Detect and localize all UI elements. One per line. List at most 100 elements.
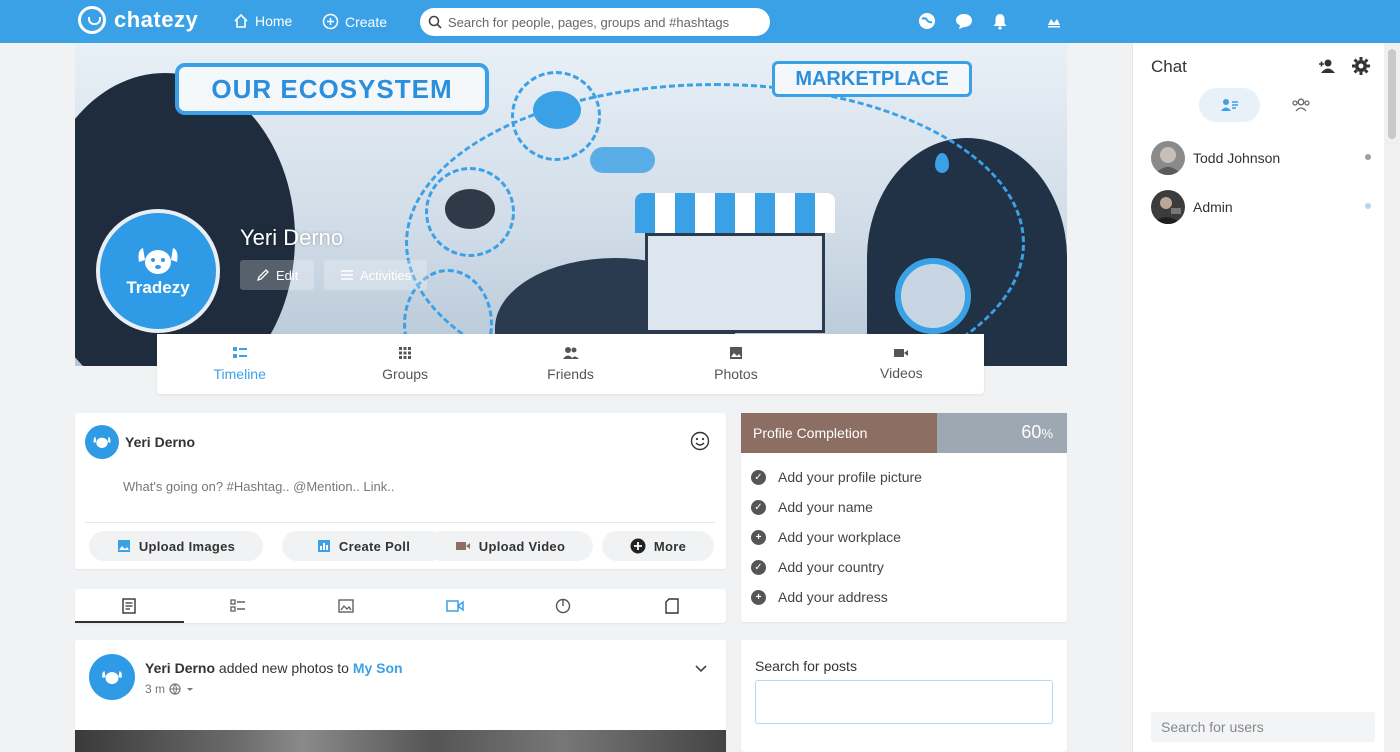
emoji-icon[interactable] xyxy=(690,431,710,451)
completion-item[interactable]: ✓ Add your name xyxy=(751,499,873,515)
profile-avatar[interactable]: Tradezy xyxy=(96,209,220,333)
upload-video-label: Upload Video xyxy=(478,538,566,554)
notifications-bell-icon[interactable] xyxy=(990,11,1010,31)
completion-title: Profile Completion xyxy=(753,425,868,441)
user-avatar xyxy=(1151,190,1185,224)
completion-item[interactable]: + Add your address xyxy=(751,589,888,605)
composer-author: Yeri Derno xyxy=(85,425,195,459)
video-camera-icon xyxy=(446,600,464,612)
upload-video-button[interactable]: Upload Video xyxy=(427,531,593,561)
scrollbar-thumb[interactable] xyxy=(1388,49,1396,139)
profile-name: Yeri Derno xyxy=(240,225,344,250)
plus-circle-icon xyxy=(630,538,646,554)
post-author-avatar[interactable] xyxy=(89,654,135,700)
user-profile-mini-icon[interactable] xyxy=(1044,11,1064,31)
completion-item-label: Add your name xyxy=(778,499,873,515)
filter-music-posts[interactable] xyxy=(509,589,618,623)
video-camera-icon xyxy=(455,542,470,550)
main-content: OUR ECOSYSTEM MARKETPLACE Tradezy Yeri D… xyxy=(0,43,1132,752)
plus-circle-icon: + xyxy=(751,529,766,545)
post-photos[interactable] xyxy=(75,730,726,752)
feed-filter-tabs xyxy=(75,589,726,623)
tab-groups[interactable]: Groups xyxy=(322,334,487,394)
composer-divider xyxy=(85,522,715,523)
filter-text-posts[interactable] xyxy=(184,589,293,623)
tab-timeline[interactable]: Timeline xyxy=(157,334,322,394)
tab-friends-label: Friends xyxy=(547,366,594,382)
filter-file-posts[interactable] xyxy=(618,589,727,623)
tab-friends[interactable]: Friends xyxy=(488,334,653,394)
upload-images-button[interactable]: Upload Images xyxy=(89,531,263,561)
tab-videos[interactable]: Videos xyxy=(819,334,984,394)
filter-all-posts[interactable] xyxy=(75,589,184,623)
file-icon xyxy=(665,598,679,614)
filter-photo-posts[interactable] xyxy=(292,589,401,623)
chat-sidebar: Chat Todd Johnson Admin xyxy=(1132,43,1384,752)
caret-down-icon[interactable] xyxy=(185,684,195,694)
tab-groups-label: Groups xyxy=(382,366,429,382)
create-poll-button[interactable]: Create Poll xyxy=(282,531,445,561)
store-awning xyxy=(635,193,835,233)
completion-item-label: Add your address xyxy=(778,589,888,605)
chevron-down-icon[interactable] xyxy=(694,664,708,674)
user-photo-icon xyxy=(1151,141,1185,175)
cover-cloud xyxy=(590,147,655,173)
global-search-input[interactable] xyxy=(448,14,748,30)
cover-store-illustration xyxy=(635,193,835,333)
completion-item[interactable]: + Add your workplace xyxy=(751,529,901,545)
cover-magnifier xyxy=(895,258,971,334)
post-meta: 3 m xyxy=(145,682,403,696)
post-composer: Yeri Derno What's going on? #Hashtag.. @… xyxy=(75,413,726,569)
post-author-name[interactable]: Yeri Derno xyxy=(145,660,215,676)
completion-item-label: Add your workplace xyxy=(778,529,901,545)
chat-tab-groups[interactable] xyxy=(1270,88,1331,122)
dog-logo-icon xyxy=(138,248,178,274)
search-posts-input[interactable] xyxy=(755,680,1053,724)
activities-button[interactable]: Activities xyxy=(324,260,428,290)
chat-tab-friends[interactable] xyxy=(1199,88,1260,122)
post-album-link[interactable]: My Son xyxy=(353,660,403,676)
contacts-icon xyxy=(1220,99,1238,111)
post-time[interactable]: 3 m xyxy=(145,682,165,696)
cover-coin xyxy=(533,91,581,129)
chat-title: Chat xyxy=(1151,57,1187,76)
messages-icon[interactable] xyxy=(954,11,974,31)
more-options-button[interactable]: More xyxy=(602,531,714,561)
completion-item[interactable]: ✓ Add your country xyxy=(751,559,884,575)
add-friend-icon[interactable] xyxy=(1317,56,1337,76)
gear-icon[interactable] xyxy=(1351,56,1371,76)
globe-icon[interactable] xyxy=(917,11,937,31)
search-posts-label: Search for posts xyxy=(755,658,857,674)
videos-icon xyxy=(894,349,909,357)
chat-search-input[interactable] xyxy=(1151,712,1375,742)
cover-coin-dark xyxy=(445,189,495,229)
chat-user-name: Todd Johnson xyxy=(1193,150,1281,166)
page-scrollbar[interactable] xyxy=(1384,43,1400,752)
brand-logo[interactable]: chatezy xyxy=(78,6,198,34)
upload-images-label: Upload Images xyxy=(138,538,236,554)
cover-pin xyxy=(935,153,949,173)
home-link[interactable]: Home xyxy=(233,13,292,29)
edit-profile-button[interactable]: Edit xyxy=(240,260,315,290)
search-posts-card: Search for posts xyxy=(741,640,1067,752)
completion-item-label: Add your country xyxy=(778,559,884,575)
post-header: Yeri Derno added new photos to My Son 3 … xyxy=(89,654,403,700)
chat-user-todd-johnson[interactable]: Todd Johnson xyxy=(1151,141,1371,175)
filter-video-posts[interactable] xyxy=(401,589,510,623)
image-icon xyxy=(117,540,130,552)
completion-percent-number: 60 xyxy=(1021,422,1042,442)
globe-icon xyxy=(169,683,181,695)
composer-input[interactable]: What's going on? #Hashtag.. @Mention.. L… xyxy=(123,479,395,494)
check-circle-icon: ✓ xyxy=(751,559,766,575)
edit-label: Edit xyxy=(276,267,299,283)
create-link[interactable]: Create xyxy=(322,13,387,30)
user-avatar xyxy=(1151,141,1185,175)
post-headline: Yeri Derno added new photos to My Son xyxy=(145,660,403,676)
completion-item[interactable]: ✓ Add your profile picture xyxy=(751,469,922,485)
chat-tabs xyxy=(1199,88,1331,122)
list-icon xyxy=(230,599,245,612)
dog-logo-icon xyxy=(93,436,111,449)
document-icon xyxy=(122,598,136,614)
tab-photos[interactable]: Photos xyxy=(653,334,818,394)
chat-user-admin[interactable]: Admin xyxy=(1151,190,1371,224)
